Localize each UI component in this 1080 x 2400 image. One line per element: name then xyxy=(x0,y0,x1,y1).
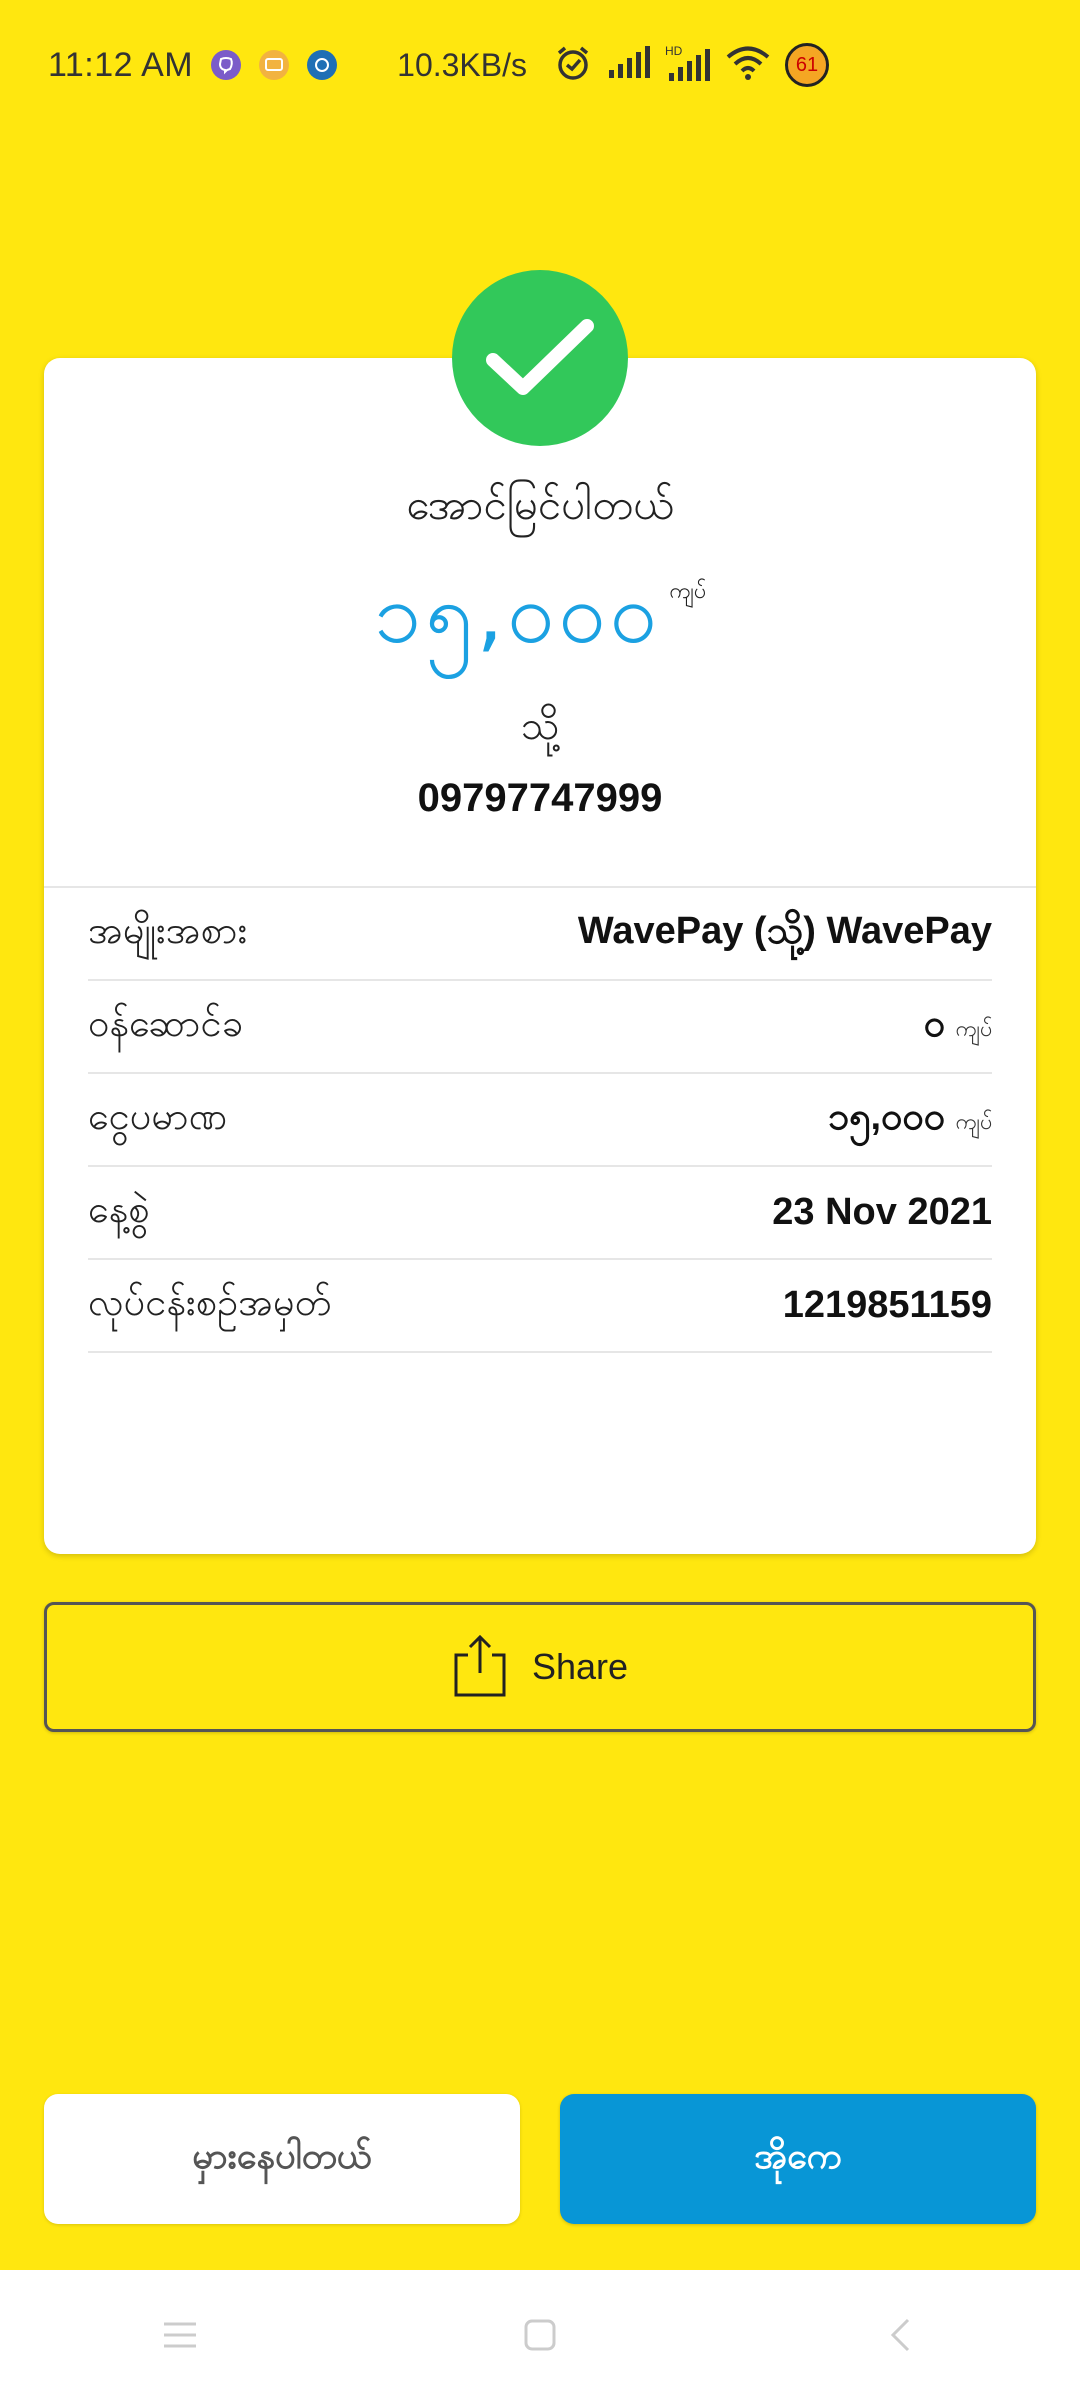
hd-signal-icon: HD xyxy=(665,43,711,88)
status-icons: HD 61 xyxy=(539,43,829,88)
detail-label: ငွေပမာဏ xyxy=(88,1093,228,1138)
detail-label: အမျိုးအစား xyxy=(88,907,248,952)
app-icon xyxy=(307,50,338,80)
wrong-button[interactable]: မှားနေပါတယ် xyxy=(44,2094,520,2224)
to-label: သို့ xyxy=(520,703,560,749)
detail-row-type: အမျိုးအစား WavePay (သို့) WavePay xyxy=(88,888,992,981)
detail-unit: ကျပ် xyxy=(955,1016,992,1042)
detail-unit: ကျပ် xyxy=(955,1109,992,1135)
wifi-icon xyxy=(725,44,771,87)
ok-button[interactable]: အိုကေ xyxy=(560,2094,1036,2224)
detail-row-date: နေ့စွဲ 23 Nov 2021 xyxy=(88,1167,992,1260)
amount-display: ၁၅,၀၀၀ ကျပ် xyxy=(44,560,1036,684)
message-icon xyxy=(259,50,290,80)
status-bar: 11:12 AM 10.3KB/s HD 61 xyxy=(0,0,1080,130)
battery-indicator: 61 xyxy=(785,43,829,87)
share-label: Share xyxy=(531,1646,629,1687)
viber-icon xyxy=(211,50,242,80)
amount-value: ၁၅,၀၀၀ xyxy=(374,564,662,662)
detail-value: ၀ xyxy=(923,1002,946,1045)
detail-row-fee: ဝန်ဆောင်ခ ၀ ကျပ် xyxy=(88,981,992,1074)
amount-unit: ကျပ် xyxy=(669,579,706,604)
menu-icon[interactable] xyxy=(140,2295,220,2375)
detail-row-amount: ငွေပမာဏ ၁၅,၀၀၀ ကျပ် xyxy=(88,1074,992,1167)
recipient-number: 09797747999 xyxy=(417,776,663,820)
back-icon[interactable] xyxy=(860,2295,940,2375)
status-time: 11:12 AM xyxy=(48,45,194,84)
navigation-bar xyxy=(0,2270,1080,2400)
share-icon xyxy=(452,1633,508,1701)
success-check-icon xyxy=(452,270,628,446)
detail-row-transaction-id: လုပ်ငန်းစဉ်အမှတ် 1219851159 xyxy=(88,1260,992,1353)
detail-value: ၁၅,၀၀၀ xyxy=(827,1095,946,1138)
details-list: အမျိုးအစား WavePay (သို့) WavePay ဝန်ဆော… xyxy=(88,888,992,1353)
signal-icon xyxy=(607,45,651,85)
detail-label: လုပ်ငန်းစဉ်အမှတ် xyxy=(88,1279,332,1324)
network-speed: 10.3KB/s xyxy=(397,46,527,83)
detail-label: နေ့စွဲ xyxy=(88,1186,150,1231)
detail-value: 23 Nov 2021 xyxy=(772,1191,992,1233)
detail-value: 1219851159 xyxy=(782,1284,992,1326)
alarm-icon xyxy=(553,43,593,88)
home-icon[interactable] xyxy=(500,2295,580,2375)
detail-label: ဝန်ဆောင်ခ xyxy=(88,1000,243,1045)
share-button[interactable]: Share xyxy=(44,1602,1036,1732)
detail-value: WavePay (သို့) WavePay xyxy=(577,909,992,952)
success-title: အောင်မြင်ပါတယ် xyxy=(406,480,674,529)
svg-text:HD: HD xyxy=(665,44,683,58)
